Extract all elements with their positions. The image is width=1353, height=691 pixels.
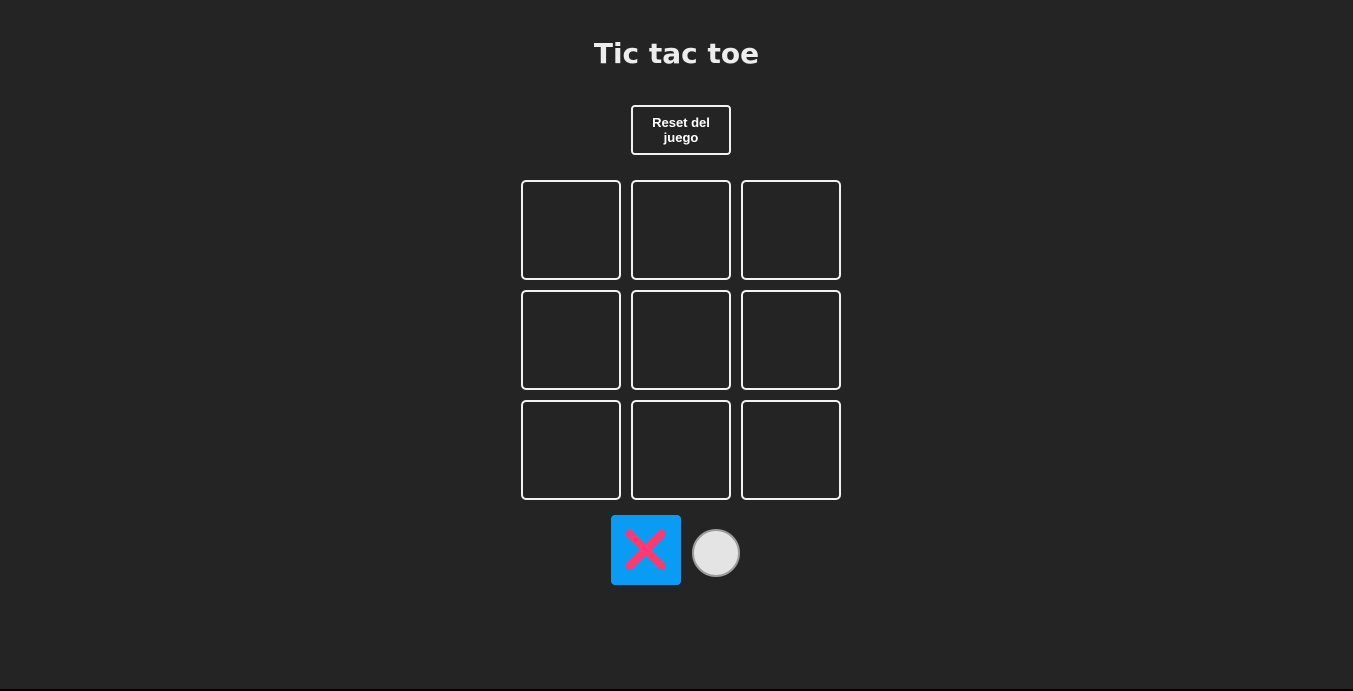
board-cell[interactable] — [741, 180, 841, 280]
page-title: Tic tac toe — [593, 37, 760, 70]
board-cell[interactable] — [741, 400, 841, 500]
board-cell[interactable] — [631, 400, 731, 500]
board-cell[interactable] — [521, 400, 621, 500]
reset-button[interactable]: Reset del juego — [631, 105, 731, 155]
board-cell[interactable] — [521, 290, 621, 390]
turn-indicator-x — [611, 515, 681, 585]
board-cell[interactable] — [631, 180, 731, 280]
turn-indicator-o — [692, 529, 740, 577]
game-board — [521, 180, 841, 500]
board-cell[interactable] — [631, 290, 731, 390]
x-mark-icon — [626, 530, 666, 570]
board-cell[interactable] — [521, 180, 621, 280]
board-cell[interactable] — [741, 290, 841, 390]
